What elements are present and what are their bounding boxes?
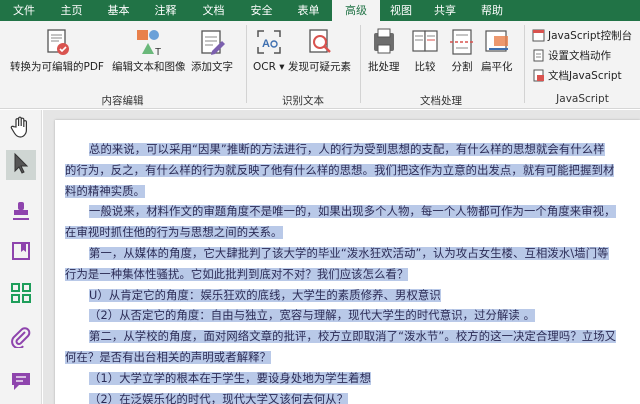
- ribbon-separator: [360, 25, 361, 103]
- text-line[interactable]: U）从肯定它的角度：娱乐狂欢的底线，大学生的素质修养、男权意识: [89, 288, 441, 302]
- hand-tool-button[interactable]: [6, 114, 36, 144]
- edit-text-image-label: 编辑文本和图像: [112, 61, 186, 73]
- set-doc-action-button[interactable]: 设置文档动作: [532, 47, 611, 63]
- text-line[interactable]: 的行为，反之，有什么样的行为就反映了他有什么样的思想。我们把这作为立意的出发点，…: [65, 163, 615, 177]
- text-line[interactable]: 行为是一种集体性骚扰。它如此批判到底对不对？我们应该怎么看？: [65, 267, 409, 281]
- javascript-console-button[interactable]: JavaScript控制台: [532, 27, 632, 43]
- thumbnails-tool-button[interactable]: [6, 280, 36, 310]
- ribbon: 转换为可编辑的PDF T 编辑文本和图像 添加文字 内容编辑 A OCR ▾ 发…: [0, 21, 640, 109]
- tab-share[interactable]: 共享: [422, 0, 468, 21]
- comment-icon: [10, 370, 32, 396]
- text-line[interactable]: （1）大学立学的根本在于学生，要设身处地为学生着想: [89, 371, 372, 385]
- flatten-label: 扁平化: [481, 61, 513, 73]
- text-line[interactable]: 总的来说，可以采用“因果”推断的方法进行，人的行为受到思想的支配，有什么样的思想…: [89, 143, 605, 156]
- tab-advanced[interactable]: 高级: [332, 0, 380, 21]
- svg-text:T: T: [155, 47, 161, 57]
- edit-text-image-icon: T: [134, 27, 164, 58]
- tab-file[interactable]: 文件: [0, 0, 48, 21]
- bookmark-tool-button[interactable]: [6, 238, 36, 268]
- find-suspect-elements-button[interactable]: 发现可疑元素: [288, 27, 351, 74]
- edit-text-image-button[interactable]: T 编辑文本和图像: [112, 27, 186, 74]
- tab-view[interactable]: 视图: [380, 0, 422, 21]
- text-line[interactable]: 第二，从学校的角度，面对网络文章的批评，校方立即取消了“泼水节”。校方的这一决定…: [89, 330, 617, 344]
- group-doc-process-label: 文档处理: [420, 95, 462, 107]
- find-suspect-elements-label: 发现可疑元素: [288, 61, 351, 73]
- svg-text:A: A: [262, 38, 270, 50]
- flatten-button[interactable]: 扁平化: [481, 27, 513, 74]
- convert-editable-pdf-label: 转换为可编辑的PDF: [10, 61, 104, 73]
- split-button[interactable]: 分割: [447, 27, 477, 74]
- add-text-icon: [197, 27, 227, 57]
- compare-icon: [410, 27, 440, 57]
- group-content-edit-label: 内容编辑: [101, 95, 144, 107]
- tab-home[interactable]: 主页: [48, 0, 95, 21]
- text-line[interactable]: 第一，从媒体的角度，它大肆批判了该大学的毕业“泼水狂欢活动”，认为攻占女生楼、互…: [89, 246, 609, 260]
- text-line[interactable]: 何在？是否有出台相关的声明或者解释？: [65, 350, 272, 364]
- batch-icon: [369, 27, 399, 57]
- tab-comment[interactable]: 注释: [142, 0, 189, 21]
- compare-label: 比较: [414, 61, 436, 73]
- console-icon: [532, 29, 545, 42]
- text-line[interactable]: 料的精神实质。: [65, 184, 146, 198]
- attachment-tool-button[interactable]: [6, 324, 36, 354]
- ribbon-separator: [524, 25, 525, 103]
- grid-icon: [10, 282, 32, 308]
- javascript-console-label: JavaScript控制台: [548, 29, 633, 42]
- doc-js-icon: [532, 69, 545, 82]
- stamp-tool-button[interactable]: [6, 198, 36, 228]
- doc-javascript-button[interactable]: 文档JavaScript: [532, 67, 622, 83]
- paperclip-icon: [10, 326, 32, 352]
- group-javascript-label: JavaScript: [556, 93, 609, 105]
- comment-tool-button[interactable]: [6, 368, 36, 398]
- bookmark-icon: [10, 240, 32, 266]
- ocr-icon: A: [254, 27, 284, 57]
- left-toolbar: [0, 110, 42, 404]
- magnifier-icon: [305, 27, 335, 57]
- group-recognize-label: 识别文本: [282, 95, 324, 107]
- set-doc-action-label: 设置文档动作: [548, 49, 611, 62]
- convert-editable-pdf-button[interactable]: 转换为可编辑的PDF: [10, 27, 104, 74]
- compare-button[interactable]: 比较: [410, 27, 440, 74]
- tab-forms[interactable]: 表单: [285, 0, 332, 21]
- text-line[interactable]: 一般说来，材料作文的审题角度不是唯一的，如果出现多个人物，每一个人物都可作为一个…: [89, 205, 616, 219]
- convert-pdf-icon: [42, 27, 72, 57]
- text-line[interactable]: 在审视时抓住他的行为与思想之间的关系。: [65, 226, 283, 240]
- flatten-icon: [482, 27, 512, 57]
- hand-icon: [9, 115, 33, 143]
- text-line[interactable]: （2）从否定它的角度：自由与独立，宽容与理解，现代大学生的时代意识，过分解读 。: [89, 309, 536, 323]
- menu-bar: 文件 主页 基本 注释 文档 安全 表单 高级 视图 共享 帮助: [0, 0, 640, 21]
- doc-javascript-label: 文档JavaScript: [548, 69, 622, 82]
- add-text-button[interactable]: 添加文字: [191, 27, 233, 74]
- stamp-icon: [10, 200, 32, 226]
- tab-help[interactable]: 帮助: [468, 0, 516, 21]
- split-label: 分割: [451, 61, 473, 73]
- select-tool-button[interactable]: [6, 150, 36, 180]
- split-icon: [447, 27, 477, 57]
- ribbon-separator: [246, 25, 247, 103]
- ocr-button[interactable]: A OCR ▾: [253, 27, 285, 74]
- app-window: 文件 主页 基本 注释 文档 安全 表单 高级 视图 共享 帮助 转换为可编辑的…: [0, 0, 640, 404]
- text-line[interactable]: （2）在泛娱乐化的时代，现代大学又该何去何从？: [89, 392, 349, 404]
- batch-button[interactable]: 批处理: [368, 27, 400, 74]
- document-text[interactable]: 总的来说，可以采用“因果”推断的方法进行，人的行为受到思想的支配，有什么样的思想…: [65, 140, 640, 404]
- cursor-arrow-icon: [10, 152, 32, 178]
- document-page[interactable]: 总的来说，可以采用“因果”推断的方法进行，人的行为受到思想的支配，有什么样的思想…: [55, 120, 640, 404]
- add-text-label: 添加文字: [191, 61, 233, 73]
- tab-basic[interactable]: 基本: [95, 0, 142, 21]
- tab-security[interactable]: 安全: [238, 0, 285, 21]
- document-viewport[interactable]: 总的来说，可以采用“因果”推断的方法进行，人的行为受到思想的支配，有什么样的思想…: [43, 110, 640, 404]
- ocr-label: OCR ▾: [253, 61, 285, 73]
- batch-label: 批处理: [368, 61, 400, 73]
- doc-action-icon: [532, 49, 545, 62]
- tab-document[interactable]: 文档: [189, 0, 238, 21]
